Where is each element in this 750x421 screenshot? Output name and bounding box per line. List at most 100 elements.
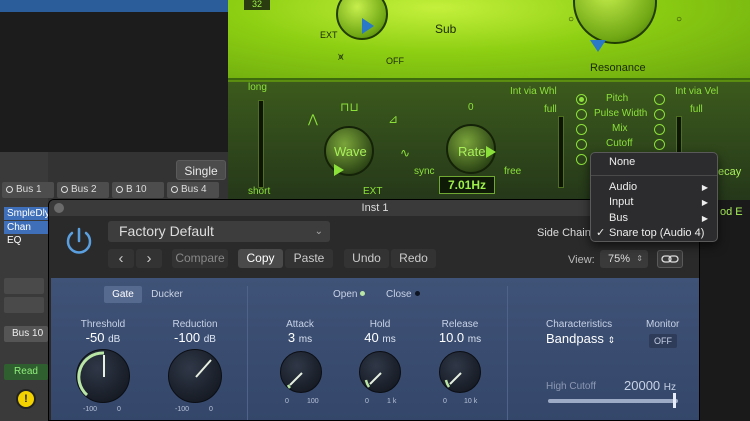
bus-send-4[interactable]: Bus 4	[167, 182, 219, 198]
output-bus-button[interactable]: Bus 10	[4, 326, 48, 342]
threshold-min: -100	[83, 406, 98, 413]
empty-slot-2[interactable]	[4, 297, 44, 313]
view-zoom-select[interactable]: 75% ⇕	[600, 250, 648, 268]
link-button[interactable]	[657, 250, 683, 268]
threshold-label: Threshold	[80, 319, 126, 330]
empty-slot-1[interactable]	[4, 278, 44, 294]
target-radio-vel-4[interactable]	[654, 139, 665, 150]
whl-fader[interactable]	[558, 116, 564, 188]
mode-ducker-button[interactable]: Ducker	[144, 286, 190, 303]
bus-send-label: Bus 4	[181, 184, 207, 195]
target-radio-mix[interactable]	[576, 124, 587, 135]
menu-item-snare-top[interactable]: ✓ Snare top (Audio 4)	[591, 226, 717, 242]
release-value: 10.0 ms	[432, 330, 488, 345]
whl-full-label: full	[544, 104, 557, 115]
automation-mode-button[interactable]: Read	[4, 364, 48, 380]
compare-button[interactable]: Compare	[172, 249, 228, 268]
wave-ext-label: EXT	[363, 186, 383, 197]
target-cutoff-label: Cutoff	[606, 138, 633, 149]
hold-knob[interactable]	[359, 351, 401, 393]
menu-item-bus[interactable]: Bus ▶	[591, 211, 717, 227]
attack-pointer-icon	[286, 372, 303, 389]
bus-sends-row: Bus 1 Bus 2 B 10 Bus 4	[2, 182, 219, 198]
reduction-min: -100	[175, 406, 190, 413]
send-knob-icon	[61, 186, 68, 193]
send-link-icon	[171, 186, 178, 193]
bus-send-2[interactable]: Bus 2	[57, 182, 109, 198]
resonance-pointer-icon	[590, 40, 606, 52]
preset-menu[interactable]: Factory Default ⌄	[108, 221, 330, 242]
target-radio-cutoff[interactable]	[576, 139, 587, 150]
target-radio-pitch[interactable]	[576, 94, 587, 105]
view-zoom-value: 75%	[608, 253, 631, 265]
monitor-toggle[interactable]: OFF	[649, 334, 677, 348]
single-view-button[interactable]: Single	[176, 160, 226, 180]
square-wave-icon: ⊓⊔	[340, 100, 359, 114]
attack-knob[interactable]	[280, 351, 322, 393]
paste-button[interactable]: Paste	[285, 249, 333, 268]
submenu-arrow-icon: ▶	[701, 198, 708, 207]
glide-fader[interactable]	[258, 100, 264, 188]
osc-ext-label: EXT	[320, 30, 338, 40]
wave-label: Wave	[334, 144, 367, 159]
redo-button[interactable]: Redo	[391, 249, 436, 268]
checkmark-icon: ✓	[596, 227, 606, 239]
bus-send-3[interactable]: B 10	[112, 182, 164, 198]
bus-send-label: B 10	[126, 184, 147, 195]
undo-button[interactable]: Undo	[344, 249, 389, 268]
hold-unit: ms	[382, 334, 396, 345]
next-preset-button[interactable]: ›	[136, 249, 162, 268]
threshold-arc-icon	[77, 351, 105, 397]
menu-item-label: Audio	[609, 180, 638, 193]
power-icon[interactable]	[62, 224, 96, 258]
release-knob[interactable]	[439, 351, 481, 393]
high-cutoff-slider-thumb[interactable]	[673, 393, 676, 408]
target-radio-vel-3[interactable]	[654, 124, 665, 135]
rate-free-label: free	[504, 166, 522, 177]
menu-item-none[interactable]: None	[591, 155, 717, 171]
characteristics-label: Characteristics	[546, 319, 613, 330]
threshold-value: -50 dB	[73, 330, 133, 345]
copy-button[interactable]: Copy	[238, 249, 283, 268]
menu-item-input[interactable]: Input ▶	[591, 195, 717, 211]
menu-item-label: Input	[609, 196, 634, 208]
hold-number: 40	[364, 330, 379, 345]
target-radio-5[interactable]	[576, 154, 587, 165]
menu-item-audio[interactable]: Audio ▶	[591, 180, 717, 196]
int-via-vel-label: Int via Vel	[675, 86, 719, 97]
characteristics-select[interactable]: Bandpass ⇕	[546, 331, 615, 346]
target-radio-pulse[interactable]	[576, 109, 587, 120]
threshold-knob[interactable]	[76, 349, 130, 403]
target-mix-label: Mix	[612, 123, 628, 134]
voice-count-display: 32	[244, 0, 270, 10]
high-cutoff-slider[interactable]	[548, 399, 678, 403]
cutoff-knob[interactable]	[573, 0, 657, 44]
reduction-knob[interactable]	[168, 349, 222, 403]
mode-gate-button[interactable]: Gate	[104, 286, 142, 303]
attack-label: Attack	[286, 319, 314, 330]
release-label: Release	[441, 319, 479, 330]
bus-send-1[interactable]: Bus 1	[2, 182, 54, 198]
previous-preset-button[interactable]: ‹	[108, 249, 134, 268]
open-led-icon	[360, 291, 366, 296]
rate-pointer-icon	[486, 146, 496, 158]
submenu-arrow-icon: ▶	[701, 213, 708, 223]
int-via-whl-label: Int via Whl	[510, 86, 557, 97]
plugin-slot-smpledly[interactable]: SmpleDly	[4, 207, 50, 220]
monitor-label: Monitor	[646, 319, 680, 330]
menu-separator	[591, 174, 717, 176]
hold-value: 40 ms	[352, 330, 408, 345]
target-radio-vel-2[interactable]	[654, 109, 665, 120]
release-pointer-icon	[444, 372, 462, 388]
menu-item-label: None	[609, 156, 636, 168]
plugin-slot-chan-eq[interactable]: Chan EQ	[4, 221, 48, 246]
random-wave-icon: ∿	[400, 146, 411, 160]
reduction-number: -100	[174, 330, 201, 345]
threshold-max: 0	[117, 406, 121, 413]
track-header-strip	[0, 0, 228, 12]
target-radio-vel-1[interactable]	[654, 94, 665, 105]
close-window-button[interactable]	[54, 203, 64, 213]
hold-max: 1 k	[387, 398, 397, 405]
osc-off-label: OFF	[386, 56, 404, 66]
input-monitor-icon[interactable]: !	[16, 389, 36, 409]
